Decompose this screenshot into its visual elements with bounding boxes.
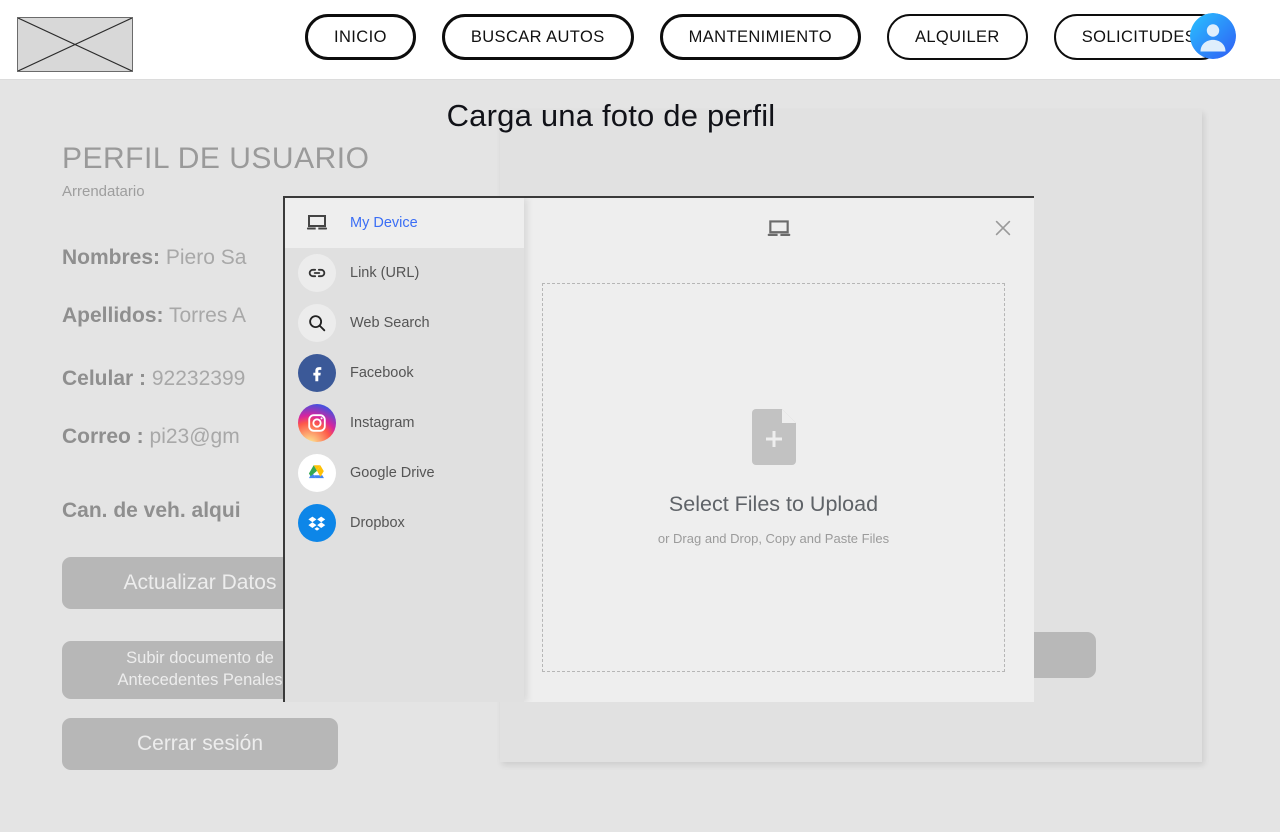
upload-source-list: My Device Link (URL) Web Search Facebook…	[285, 198, 524, 702]
source-label: Google Drive	[350, 465, 435, 481]
profile-field-apellidos: Apellidos: Torres A	[62, 304, 246, 328]
source-item-facebook[interactable]: Facebook	[285, 348, 524, 398]
dropbox-icon	[298, 504, 336, 542]
facebook-icon	[298, 354, 336, 392]
file-add-icon	[751, 409, 796, 470]
upload-pane-header	[524, 198, 1034, 261]
nav-item-inicio[interactable]: INICIO	[305, 14, 416, 60]
main-navigation: INICIO BUSCAR AUTOS MANTENIMIENTO ALQUIL…	[305, 14, 1225, 60]
field-label: Celular :	[62, 367, 147, 390]
source-label: Instagram	[350, 415, 415, 431]
laptop-icon	[298, 204, 336, 242]
source-label: Link (URL)	[350, 265, 420, 281]
close-icon[interactable]	[986, 211, 1020, 245]
profile-role-label: Arrendatario	[62, 183, 145, 200]
source-item-google-drive[interactable]: Google Drive	[285, 448, 524, 498]
user-avatar-icon[interactable]	[1190, 13, 1236, 59]
field-value: Piero Sa	[165, 246, 247, 269]
field-label: Nombres:	[62, 246, 161, 269]
profile-field-correo: Correo : pi23@gm	[62, 425, 240, 449]
field-value: Torres A	[168, 304, 247, 327]
field-value: pi23@gm	[149, 425, 240, 448]
source-label: Facebook	[350, 365, 414, 381]
source-item-link-url[interactable]: Link (URL)	[285, 248, 524, 298]
field-label: Correo :	[62, 425, 144, 448]
instagram-icon	[298, 404, 336, 442]
source-item-dropbox[interactable]: Dropbox	[285, 498, 524, 548]
file-uploader-dialog: My Device Link (URL) Web Search Facebook…	[283, 196, 1034, 702]
laptop-icon	[766, 216, 792, 247]
profile-field-cantidad-vehiculos: Can. de veh. alqui	[62, 499, 241, 523]
profile-field-celular: Celular : 92232399	[62, 367, 245, 391]
source-item-instagram[interactable]: Instagram	[285, 398, 524, 448]
search-icon	[298, 304, 336, 342]
logo-broken-image-icon[interactable]	[17, 17, 133, 72]
profile-field-nombres: Nombres: Piero Sa	[62, 246, 246, 270]
file-dropzone[interactable]: Select Files to Upload or Drag and Drop,…	[542, 283, 1005, 672]
site-header: INICIO BUSCAR AUTOS MANTENIMIENTO ALQUIL…	[0, 0, 1280, 80]
cerrar-sesion-button[interactable]: Cerrar sesión	[62, 718, 338, 770]
profile-heading: PERFIL DE USUARIO	[62, 142, 370, 175]
field-value: 92232399	[151, 367, 246, 390]
link-icon	[298, 254, 336, 292]
upload-main-pane: Select Files to Upload or Drag and Drop,…	[524, 198, 1034, 702]
nav-item-mantenimiento[interactable]: MANTENIMIENTO	[659, 14, 861, 60]
source-item-web-search[interactable]: Web Search	[285, 298, 524, 348]
source-label: My Device	[350, 215, 418, 231]
nav-item-alquiler[interactable]: ALQUILER	[886, 14, 1028, 60]
source-item-my-device[interactable]: My Device	[285, 198, 524, 248]
dropzone-title: Select Files to Upload	[668, 492, 879, 516]
field-label: Apellidos:	[62, 304, 164, 327]
dropzone-subtitle: or Drag and Drop, Copy and Paste Files	[657, 531, 890, 546]
source-label: Dropbox	[350, 515, 405, 531]
nav-item-buscar-autos[interactable]: BUSCAR AUTOS	[441, 14, 634, 60]
field-label: Can. de veh. alqui	[62, 499, 241, 522]
source-label: Web Search	[350, 315, 430, 331]
google-drive-icon	[298, 454, 336, 492]
